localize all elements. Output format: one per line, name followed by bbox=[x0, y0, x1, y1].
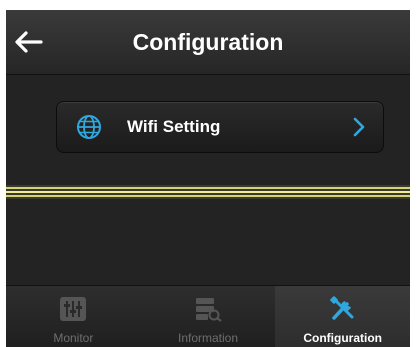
sliders-icon bbox=[60, 297, 87, 321]
tab-information[interactable]: Information bbox=[141, 286, 276, 347]
wifi-setting-label: Wifi Setting bbox=[127, 117, 221, 136]
tools-icon bbox=[329, 296, 354, 320]
wifi-setting-row[interactable]: Wifi Setting bbox=[56, 101, 384, 153]
database-search-icon bbox=[196, 298, 222, 322]
settings-content: Wifi Setting bbox=[6, 75, 410, 285]
tab-monitor[interactable]: Monitor bbox=[6, 286, 141, 347]
app-screen: Configuration Wifi Setting Monitor Infor… bbox=[6, 0, 410, 347]
tab-monitor-label: Monitor bbox=[53, 331, 94, 345]
globe-icon bbox=[77, 115, 101, 139]
navigation-bar: Configuration bbox=[6, 10, 410, 75]
tab-configuration-label: Configuration bbox=[303, 331, 382, 345]
back-button[interactable] bbox=[10, 24, 46, 60]
tab-configuration[interactable]: Configuration bbox=[275, 286, 410, 347]
chevron-right-icon bbox=[353, 117, 365, 137]
tab-information-label: Information bbox=[177, 331, 239, 345]
tab-bar: Monitor Information Configuration bbox=[6, 285, 410, 347]
page-title: Configuration bbox=[132, 29, 284, 55]
arrow-left-icon bbox=[15, 31, 43, 53]
status-strip bbox=[6, 0, 410, 10]
divider-line bbox=[6, 185, 410, 199]
